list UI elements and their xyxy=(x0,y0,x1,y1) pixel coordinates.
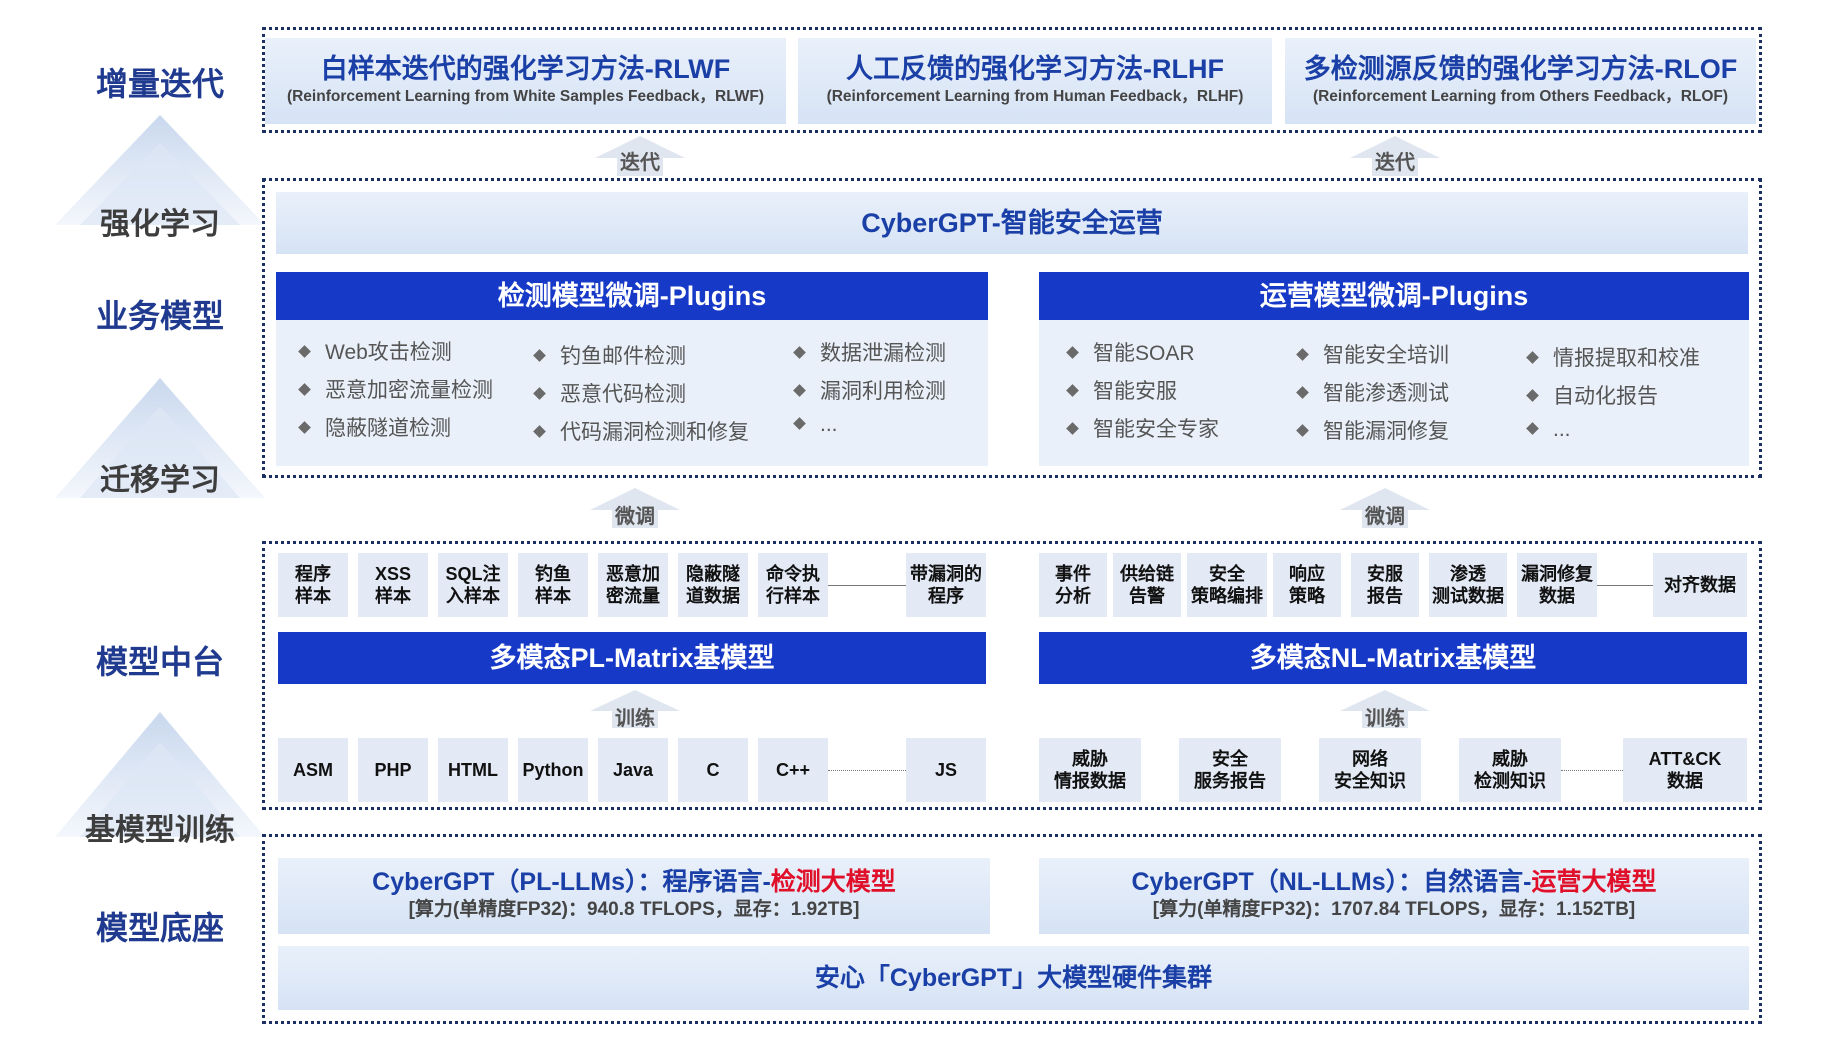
detect-item: Web攻击检测 xyxy=(298,336,452,366)
ops-item: 情报提取和校准 xyxy=(1526,342,1700,372)
nl-llm-title: CyberGPT（NL-LLMs）：自然语言-运营大模型 xyxy=(1131,868,1657,896)
iterate-label-right: 迭代 xyxy=(1375,152,1415,174)
pl-language-chip: HTML xyxy=(438,738,508,802)
nl-data-chip: 安全 服务报告 xyxy=(1179,738,1281,802)
nl-data-chip: ATT&CK 数据 xyxy=(1623,738,1747,802)
nl-sample-chip: 安服 报告 xyxy=(1351,553,1419,617)
ops-item: 智能安服 xyxy=(1066,375,1177,405)
pl-language-chip: PHP xyxy=(358,738,428,802)
detect-item: 隐蔽隧道检测 xyxy=(298,412,451,442)
rl-method-rlof: 多检测源反馈的强化学习方法-RLOF (Reinforcement Learni… xyxy=(1285,38,1756,124)
label-model-platform: 模型中台 xyxy=(95,644,224,680)
connector-line xyxy=(828,770,906,771)
nl-sample-chip: 响应 策略 xyxy=(1273,553,1341,617)
rlof-title: 多检测源反馈的强化学习方法-RLOF xyxy=(1303,54,1738,84)
label-model-base: 模型底座 xyxy=(95,910,224,946)
ops-item: 智能漏洞修复 xyxy=(1296,415,1449,445)
finetune-label-right: 微调 xyxy=(1365,506,1405,528)
label-business-model: 业务模型 xyxy=(95,298,224,334)
nl-matrix-model: 多模态NL-Matrix基模型 xyxy=(1039,632,1747,684)
nl-sample-chip: 安全 策略编排 xyxy=(1187,553,1267,617)
detect-item: 漏洞利用检测 xyxy=(793,375,946,405)
label-incremental-iteration: 增量迭代 xyxy=(95,66,224,102)
hardware-cluster-box: 安心「CyberGPT」大模型硬件集群 xyxy=(278,946,1749,1010)
ops-plugins-header: 运营模型微调-Plugins xyxy=(1039,272,1749,320)
pl-language-chip: JS xyxy=(906,738,986,802)
ops-item: 自动化报告 xyxy=(1526,380,1658,410)
pl-sample-chip: 程序 样本 xyxy=(278,553,348,617)
ops-item: 智能SOAR xyxy=(1066,337,1195,367)
pyramid-mid-icon xyxy=(55,378,265,498)
pl-sample-chip: 命令执 行样本 xyxy=(758,553,828,617)
connector-line xyxy=(1597,585,1653,586)
pl-llm-title: CyberGPT（PL-LLMs）：程序语言-检测大模型 xyxy=(372,868,896,896)
pl-language-chip: Java xyxy=(598,738,668,802)
train-label-right: 训练 xyxy=(1365,708,1405,730)
finetune-label-left: 微调 xyxy=(615,506,655,528)
rlwf-subtitle: (Reinforcement Learning from White Sampl… xyxy=(286,88,765,105)
cybergpt-ops-title: CyberGPT-智能安全运营 xyxy=(861,208,1163,238)
detect-item: ... xyxy=(793,413,838,437)
nl-data-chip: 威胁 情报数据 xyxy=(1039,738,1141,802)
rlof-subtitle: (Reinforcement Learning from Others Feed… xyxy=(1312,88,1729,105)
nl-data-chip: 网络 安全知识 xyxy=(1319,738,1421,802)
pl-sample-chip: 钓鱼 样本 xyxy=(518,553,588,617)
label-reinforcement-learning: 强化学习 xyxy=(100,208,220,241)
pl-sample-chip: 恶意加 密流量 xyxy=(598,553,668,617)
cybergpt-ops-banner: CyberGPT-智能安全运营 xyxy=(276,192,1748,254)
nl-sample-chip: 事件 分析 xyxy=(1039,553,1107,617)
pl-language-chip: C xyxy=(678,738,748,802)
nl-sample-chip: 渗透 测试数据 xyxy=(1429,553,1507,617)
pl-llm-box: CyberGPT（PL-LLMs）：程序语言-检测大模型 [算力(单精度FP32… xyxy=(278,858,990,934)
rlhf-subtitle: (Reinforcement Learning from Human Feedb… xyxy=(826,88,1244,105)
ops-item: 智能安全专家 xyxy=(1066,413,1219,443)
rl-method-rlwf: 白样本迭代的强化学习方法-RLWF (Reinforcement Learnin… xyxy=(265,38,786,124)
nl-data-chip: 威胁 检测知识 xyxy=(1459,738,1561,802)
nl-sample-chip: 供给链 告警 xyxy=(1113,553,1181,617)
pl-sample-chip: 带漏洞的 程序 xyxy=(906,553,986,617)
pl-sample-chip: SQL注 入样本 xyxy=(438,553,508,617)
pl-sample-chip: 隐蔽隧 道数据 xyxy=(678,553,748,617)
ops-item: 智能渗透测试 xyxy=(1296,377,1449,407)
pl-sample-chip: XSS 样本 xyxy=(358,553,428,617)
detect-item: 恶意代码检测 xyxy=(533,378,686,408)
detect-plugins-header: 检测模型微调-Plugins xyxy=(276,272,988,320)
detect-item: 代码漏洞检测和修复 xyxy=(533,416,749,446)
connector-line xyxy=(828,585,906,586)
label-base-model-training: 基模型训练 xyxy=(85,814,235,847)
ops-item: ... xyxy=(1526,418,1571,442)
hardware-cluster-title: 安心「CyberGPT」大模型硬件集群 xyxy=(814,964,1213,992)
nl-llm-spec: [算力(单精度FP32)：1707.84 TFLOPS，显存：1.152TB] xyxy=(1152,899,1636,920)
pl-language-chip: Python xyxy=(518,738,588,802)
pl-language-chip: ASM xyxy=(278,738,348,802)
nl-sample-chip: 对齐数据 xyxy=(1653,553,1747,617)
train-label-left: 训练 xyxy=(615,708,655,730)
nl-llm-box: CyberGPT（NL-LLMs）：自然语言-运营大模型 [算力(单精度FP32… xyxy=(1039,858,1749,934)
nl-sample-chip: 漏洞修复 数据 xyxy=(1517,553,1597,617)
pl-matrix-model: 多模态PL-Matrix基模型 xyxy=(278,632,986,684)
rlhf-title: 人工反馈的强化学习方法-RLHF xyxy=(846,54,1224,84)
rlwf-title: 白样本迭代的强化学习方法-RLWF xyxy=(320,54,731,84)
iterate-label-left: 迭代 xyxy=(620,152,660,174)
detect-item: 恶意加密流量检测 xyxy=(298,374,493,404)
detect-item: 数据泄漏检测 xyxy=(793,337,946,367)
label-transfer-learning: 迁移学习 xyxy=(100,464,220,497)
rl-method-rlhf: 人工反馈的强化学习方法-RLHF (Reinforcement Learning… xyxy=(798,38,1272,124)
connector-line xyxy=(1561,770,1623,771)
pl-llm-spec: [算力(单精度FP32)：940.8 TFLOPS，显存：1.92TB] xyxy=(408,899,860,920)
ops-item: 智能安全培训 xyxy=(1296,339,1449,369)
detect-item: 钓鱼邮件检测 xyxy=(533,340,686,370)
pl-language-chip: C++ xyxy=(758,738,828,802)
